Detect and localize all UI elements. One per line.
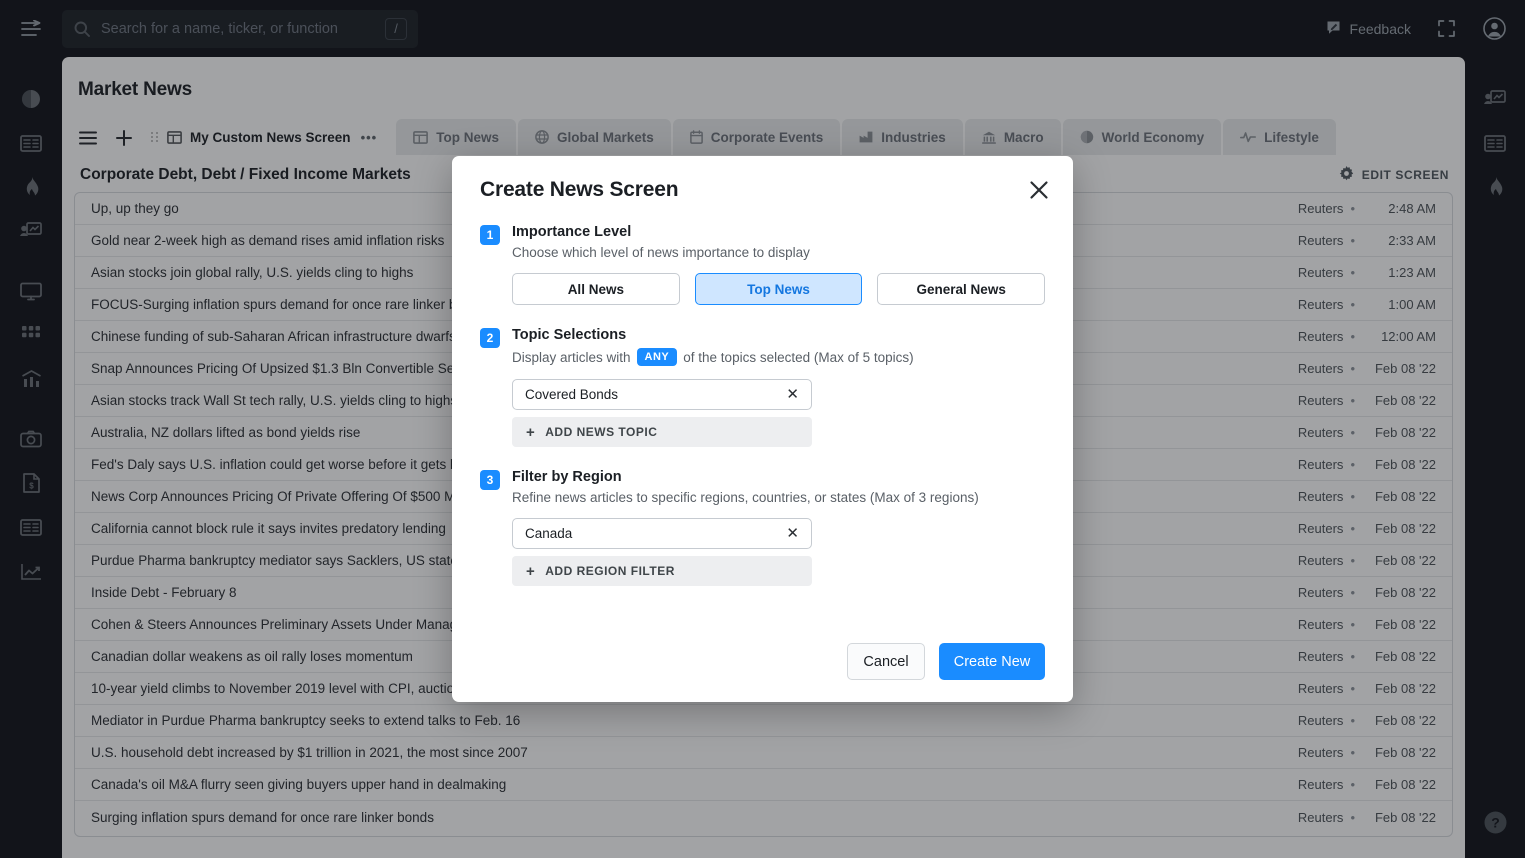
step-number-badge: 1	[480, 225, 500, 245]
step-subtitle: Display articles with ANY of the topics …	[512, 348, 1045, 366]
step-number-badge: 3	[480, 470, 500, 490]
operator-badge[interactable]: ANY	[637, 348, 678, 366]
dialog-title: Create News Screen	[480, 178, 1045, 202]
option-top-news[interactable]: Top News	[695, 273, 863, 305]
cancel-button[interactable]: Cancel	[847, 643, 925, 680]
dialog-footer: Cancel Create New	[847, 643, 1045, 680]
option-all-news[interactable]: All News	[512, 273, 680, 305]
remove-topic-icon[interactable]: ✕	[786, 387, 799, 402]
step-title: Importance Level	[512, 224, 1045, 240]
add-news-topic-label: ADD NEWS TOPIC	[545, 425, 657, 439]
step-subtitle: Refine news articles to specific regions…	[512, 490, 1045, 505]
topic-chip-covered-bonds[interactable]: Covered Bonds ✕	[512, 379, 812, 410]
step-title: Topic Selections	[512, 327, 1045, 343]
add-news-topic-button[interactable]: + ADD NEWS TOPIC	[512, 417, 812, 447]
step-topic-selections: 2 Topic Selections Display articles with…	[480, 327, 1045, 447]
importance-level-options: All News Top News General News	[512, 273, 1045, 305]
close-icon[interactable]	[1025, 176, 1053, 204]
app-root: / Feedback	[0, 0, 1525, 858]
step-title: Filter by Region	[512, 469, 1045, 485]
plus-icon: +	[526, 564, 535, 579]
region-chip-label: Canada	[525, 526, 572, 541]
create-news-screen-dialog: Create News Screen 1 Importance Level Ch…	[452, 156, 1073, 702]
step-number-badge: 2	[480, 328, 500, 348]
option-general-news[interactable]: General News	[877, 273, 1045, 305]
remove-region-icon[interactable]: ✕	[786, 526, 799, 541]
add-region-filter-button[interactable]: + ADD REGION FILTER	[512, 556, 812, 586]
plus-icon: +	[526, 425, 535, 440]
step-subtitle: Choose which level of news importance to…	[512, 245, 1045, 260]
subtitle-suffix: of the topics selected (Max of 5 topics)	[683, 350, 913, 365]
subtitle-prefix: Display articles with	[512, 350, 631, 365]
step-filter-by-region: 3 Filter by Region Refine news articles …	[480, 469, 1045, 586]
step-importance-level: 1 Importance Level Choose which level of…	[480, 224, 1045, 305]
region-chip-canada[interactable]: Canada ✕	[512, 518, 812, 549]
topic-chip-label: Covered Bonds	[525, 387, 618, 402]
create-new-button[interactable]: Create New	[939, 643, 1045, 680]
add-region-filter-label: ADD REGION FILTER	[545, 564, 675, 578]
